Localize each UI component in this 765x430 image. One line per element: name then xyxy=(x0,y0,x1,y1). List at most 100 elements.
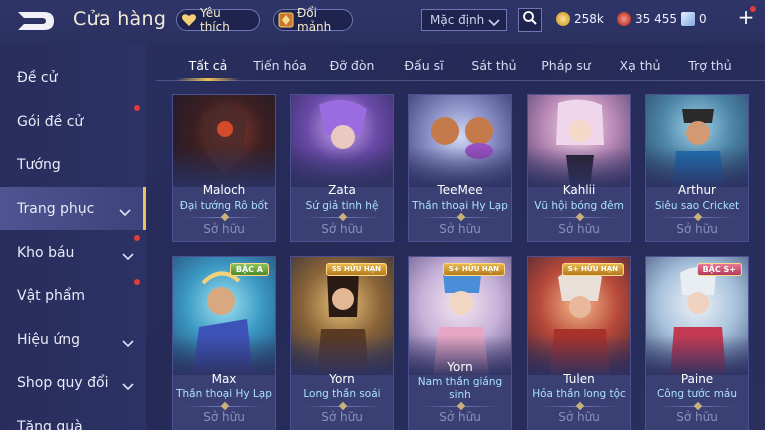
divider-ornament xyxy=(456,212,466,222)
skin-artwork xyxy=(173,95,275,187)
skin-card[interactable]: Arthur Siêu sao Cricket Sở hữu xyxy=(645,94,749,242)
heart-icon xyxy=(181,12,197,28)
owned-status: Sở hữu xyxy=(203,222,245,236)
tab-support[interactable]: Trợ thủ xyxy=(678,50,742,80)
skin-artwork xyxy=(646,95,748,187)
hero-name: Zata xyxy=(328,183,356,197)
divider-ornament xyxy=(338,401,348,411)
tab-label: Pháp sư xyxy=(541,57,591,73)
tab-mage[interactable]: Pháp sư xyxy=(534,50,598,80)
divider-ornament xyxy=(220,212,230,222)
sidebar-item-gifting[interactable]: Tặng quà xyxy=(0,405,146,430)
sort-dropdown[interactable]: Mặc định xyxy=(421,9,507,31)
tab-label: Trợ thủ xyxy=(688,57,732,73)
skin-card[interactable]: TeeMee Thần thoại Hy Lạp Sở hữu xyxy=(408,94,512,242)
tab-tank[interactable]: Đỡ đòn xyxy=(320,50,384,80)
skin-card[interactable]: Maloch Đại tướng Rô bốt Sở hữu xyxy=(172,94,276,242)
sidebar: Đề cử Gói đề cử Tướng Trang phục Kho báu… xyxy=(0,44,146,430)
skin-name: Thần thoại Hy Lạp xyxy=(176,388,272,400)
tab-fighter[interactable]: Đấu sĩ xyxy=(392,50,456,80)
active-tab-indicator xyxy=(176,78,240,81)
chevron-down-icon xyxy=(122,336,134,347)
page-title: Cửa hàng xyxy=(73,8,167,30)
skin-card[interactable]: SS HỮU HẠN Yorn Long thần soái Sở hữu xyxy=(290,256,394,430)
skin-artwork xyxy=(409,95,511,187)
tab-divider xyxy=(156,80,765,81)
sidebar-item-recommended-packs[interactable]: Gói đề cử xyxy=(0,100,146,143)
exchange-label: Đổi mảnh xyxy=(297,6,332,34)
divider-ornament xyxy=(338,212,348,222)
sidebar-item-label: Trang phục xyxy=(17,200,95,217)
sidebar-item-label: Tướng xyxy=(17,156,61,173)
hero-name: Kahlii xyxy=(562,183,596,197)
tab-label: Đấu sĩ xyxy=(404,57,444,73)
sidebar-item-label: Gói đề cử xyxy=(17,113,84,130)
divider-ornament xyxy=(575,401,585,411)
divider-ornament xyxy=(693,212,703,222)
skin-name: Long thần soái xyxy=(303,388,381,400)
divider-ornament xyxy=(456,401,466,411)
grade-badge: BẬC A xyxy=(229,263,269,276)
skin-card[interactable]: S+ HỮU HẠN Tulen Hỏa thần long tộc Sở hữ… xyxy=(527,256,631,430)
hero-name: Arthur xyxy=(678,183,716,197)
skin-card[interactable]: Kahlii Vũ hội bóng đêm Sở hữu xyxy=(527,94,631,242)
owned-status: Sở hữu xyxy=(439,410,481,424)
owned-status: Sở hữu xyxy=(558,410,600,424)
hero-name: Yorn xyxy=(329,372,355,386)
chevron-down-icon xyxy=(488,16,500,27)
hero-name: Tulen xyxy=(563,372,595,386)
voucher-amount: 0 xyxy=(699,12,707,26)
sidebar-item-label: Hiệu ứng xyxy=(17,331,80,348)
hero-name: TeeMee xyxy=(437,183,483,197)
voucher-icon xyxy=(681,12,695,26)
search-icon xyxy=(522,10,538,30)
sidebar-item-label: Kho báu xyxy=(17,244,75,261)
skin-artwork xyxy=(528,95,630,187)
category-tabs: Tất cả Tiến hóa Đỡ đòn Đấu sĩ Sát thủ Ph… xyxy=(156,50,765,80)
top-bar: Cửa hàng Yêu thích Đổi mảnh Mặc định 258… xyxy=(0,0,765,44)
skin-name: Sứ giả tinh hệ xyxy=(305,200,379,212)
gem-amount: 35 455 xyxy=(635,12,677,26)
tab-evolution[interactable]: Tiến hóa xyxy=(248,50,312,80)
skin-name: Hỏa thần long tộc xyxy=(532,388,626,400)
skin-card[interactable]: BẬC S+ Paine Công tước máu Sở hữu xyxy=(645,256,749,430)
skin-card[interactable]: S+ HỮU HẠN Yorn Nam thần giáng sinh Sở h… xyxy=(408,256,512,430)
sidebar-item-recommended[interactable]: Đề cử xyxy=(0,56,146,99)
favorites-button[interactable]: Yêu thích xyxy=(176,6,260,34)
owned-status: Sở hữu xyxy=(558,222,600,236)
skin-name: Vũ hội bóng đêm xyxy=(534,200,624,212)
sidebar-item-skins[interactable]: Trang phục xyxy=(0,187,146,230)
tab-marksman[interactable]: Xạ thủ xyxy=(608,50,672,80)
skin-name: Công tước máu xyxy=(656,388,738,400)
tab-label: Tất cả xyxy=(188,57,228,73)
tab-all[interactable]: Tất cả xyxy=(176,50,240,80)
sidebar-item-heroes[interactable]: Tướng xyxy=(0,143,146,186)
sidebar-item-treasure[interactable]: Kho báu xyxy=(0,231,146,274)
owned-status: Sở hữu xyxy=(676,222,718,236)
notification-dot xyxy=(134,279,140,285)
skin-card[interactable]: BẬC A Max Thần thoại Hy Lạp Sở hữu xyxy=(172,256,276,430)
gem-icon xyxy=(617,12,631,26)
skin-card[interactable]: Zata Sứ giả tinh hệ Sở hữu xyxy=(290,94,394,242)
search-button[interactable] xyxy=(518,8,542,32)
owned-status: Sở hữu xyxy=(203,410,245,424)
notification-dot xyxy=(750,6,756,12)
divider-ornament xyxy=(693,401,703,411)
skin-name: Đại tướng Rô bốt xyxy=(179,200,269,212)
divider-ornament xyxy=(220,401,230,411)
exchange-shards-button[interactable]: Đổi mảnh xyxy=(273,6,353,34)
back-icon[interactable] xyxy=(14,10,58,32)
owned-status: Sở hữu xyxy=(321,410,363,424)
shard-icon xyxy=(278,12,294,28)
hero-name: Yorn xyxy=(447,360,473,374)
sidebar-item-items[interactable]: Vật phẩm xyxy=(0,274,146,317)
sidebar-item-exchange-shop[interactable]: Shop quy đổi xyxy=(0,361,146,404)
hero-name: Maloch xyxy=(202,183,246,197)
skin-name: Nam thần giáng sinh xyxy=(417,376,503,401)
sidebar-item-effects[interactable]: Hiệu ứng xyxy=(0,318,146,361)
favorites-label: Yêu thích xyxy=(200,6,230,34)
sidebar-item-label: Vật phẩm xyxy=(17,287,86,304)
skin-name: Siêu sao Cricket xyxy=(654,200,740,212)
sidebar-item-label: Shop quy đổi xyxy=(17,374,109,391)
tab-assassin[interactable]: Sát thủ xyxy=(462,50,526,80)
